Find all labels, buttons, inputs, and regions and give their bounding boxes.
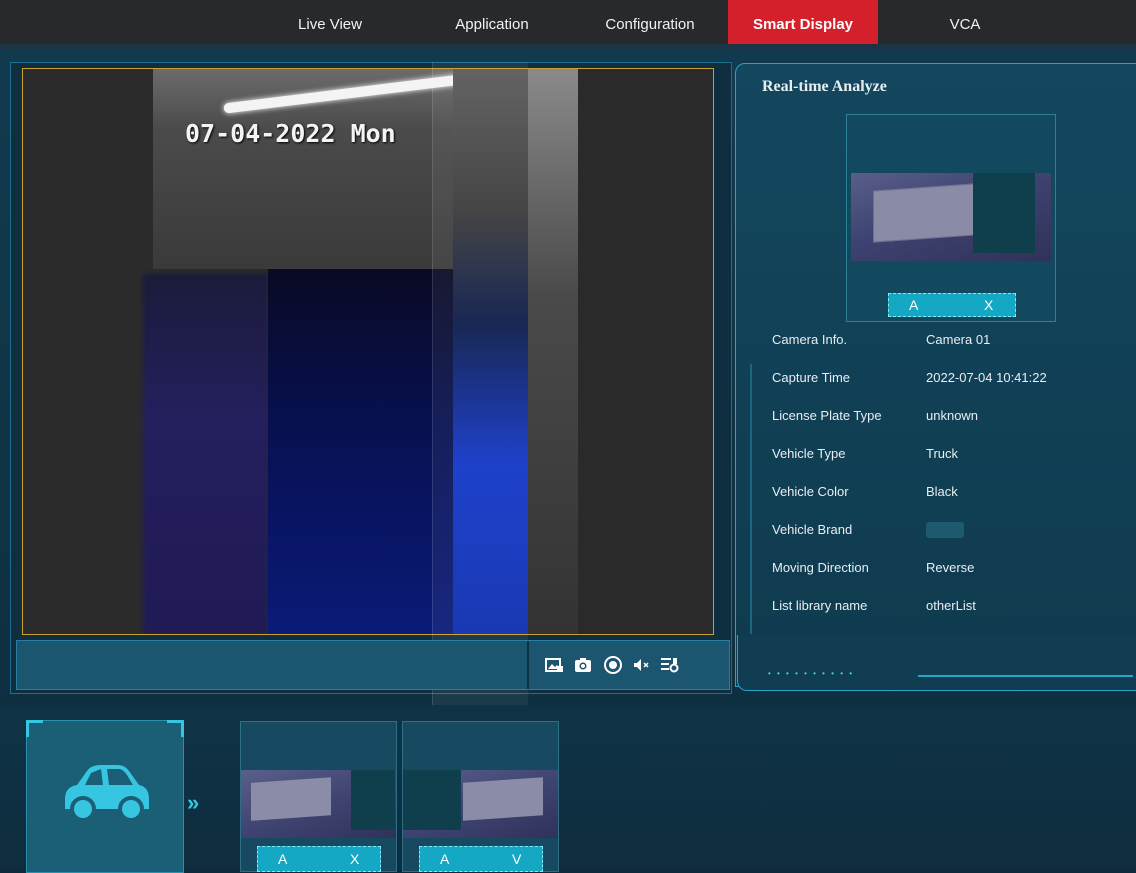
settings-icon[interactable] xyxy=(659,655,679,675)
info-value: unknown xyxy=(926,408,979,423)
decoration-dots: • • • • • • • • • • xyxy=(768,669,855,678)
video-toolbar xyxy=(16,640,730,690)
nav-application[interactable]: Application xyxy=(432,0,552,50)
privacy-mask xyxy=(351,770,395,830)
history-item[interactable]: A X xyxy=(240,721,397,872)
plate-right-char: V xyxy=(512,851,522,867)
nav-configuration[interactable]: Configuration xyxy=(588,0,712,50)
video-region-right xyxy=(528,69,578,634)
video-blue-region xyxy=(268,269,453,634)
record-icon[interactable] xyxy=(603,655,623,675)
info-key: Camera Info. xyxy=(772,332,848,347)
plate-left-char: A xyxy=(440,851,450,867)
car-icon xyxy=(55,757,155,827)
info-key: Vehicle Type xyxy=(772,446,846,461)
video-osd-timestamp: 07-04-2022 Mon xyxy=(185,119,396,148)
top-navigation: Live View Application Configuration Smar… xyxy=(0,0,1136,50)
info-key: License Plate Type xyxy=(772,408,882,423)
info-value xyxy=(926,522,1136,541)
chevron-right-icon: » xyxy=(187,790,200,815)
plate-number-label: A X xyxy=(257,846,381,872)
info-key: Vehicle Color xyxy=(772,484,849,499)
video-region-left xyxy=(23,69,153,634)
info-key: Vehicle Brand xyxy=(772,522,853,537)
mute-icon[interactable] xyxy=(631,655,651,675)
panel-footer-decoration: • • • • • • • • • • xyxy=(737,635,1136,691)
nav-vca[interactable]: VCA xyxy=(905,0,1025,50)
plate-image[interactable] xyxy=(851,173,1051,261)
info-value: Reverse xyxy=(926,560,975,575)
license-plate xyxy=(251,777,331,821)
live-video[interactable]: 07-04-2022 Mon xyxy=(22,68,714,635)
nav-live-view[interactable]: Live View xyxy=(270,0,390,50)
corner-mark xyxy=(26,720,43,737)
info-value: Camera 01 xyxy=(926,332,991,347)
plate-left-char: A xyxy=(278,851,288,867)
history-plate-image xyxy=(403,770,558,838)
plate-right-char: X xyxy=(350,851,360,867)
info-value: Truck xyxy=(926,446,959,461)
info-key: Capture Time xyxy=(772,370,851,385)
plate-capture-box: A X xyxy=(846,114,1056,322)
plate-number-label: A X xyxy=(888,293,1016,317)
nav-smart-display[interactable]: Smart Display xyxy=(728,0,878,50)
capture-picture-icon[interactable] xyxy=(544,655,564,675)
info-key: Moving Direction xyxy=(772,560,869,575)
brand-redacted xyxy=(926,522,964,538)
history-item[interactable]: A V xyxy=(402,721,559,872)
toolbar-separator xyxy=(527,641,529,689)
plate-right-char: X xyxy=(984,297,994,313)
info-value: 2022-07-04 10:41:22 xyxy=(926,370,1047,385)
snapshot-icon[interactable] xyxy=(573,655,593,675)
info-value: Black xyxy=(926,484,958,499)
privacy-mask xyxy=(973,173,1035,253)
panel-side-bar xyxy=(750,364,752,634)
video-dark-region xyxy=(578,69,713,634)
license-plate xyxy=(873,183,975,243)
history-plate-image xyxy=(241,770,396,838)
real-time-analyze-panel: Real-time Analyze A X Camera Info. Camer… xyxy=(735,63,1136,687)
info-value: otherList xyxy=(926,598,976,613)
license-plate xyxy=(463,777,543,821)
video-blurred-region xyxy=(143,274,268,634)
corner-mark xyxy=(167,720,184,737)
plate-number-label: A V xyxy=(419,846,543,872)
decoration-line xyxy=(918,675,1133,677)
privacy-mask xyxy=(403,770,461,830)
info-key: List library name xyxy=(772,598,868,613)
plate-left-char: A xyxy=(909,297,919,313)
panel-title: Real-time Analyze xyxy=(762,78,887,95)
vehicle-type-box[interactable] xyxy=(26,720,184,873)
